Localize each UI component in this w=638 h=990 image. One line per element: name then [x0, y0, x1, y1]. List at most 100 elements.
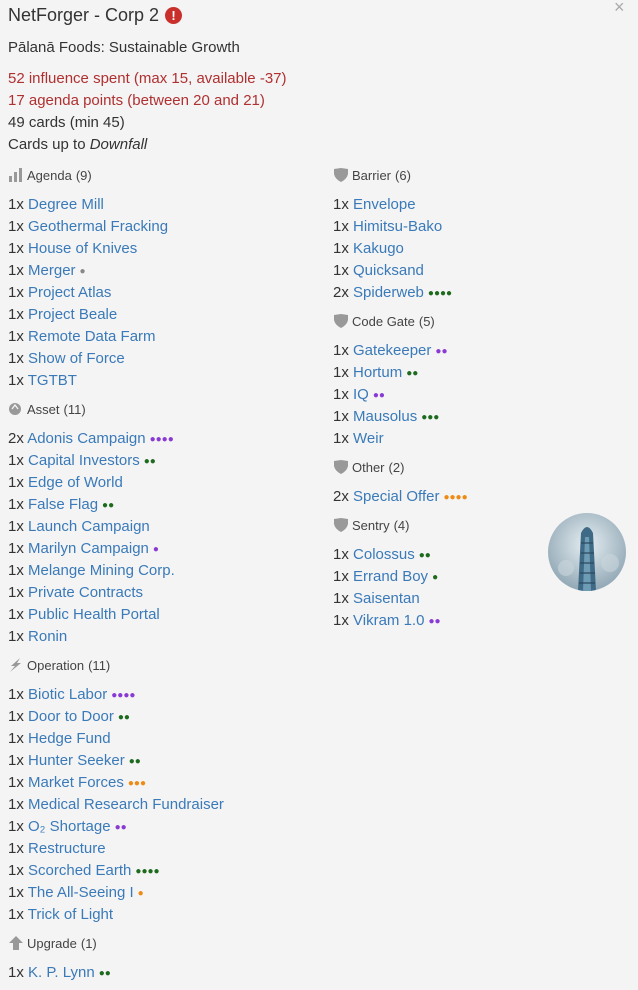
card-quantity: 1x — [333, 196, 354, 213]
card-quantity: 1x — [8, 818, 29, 835]
card-link-errand-boy[interactable]: Errand Boy — [353, 568, 428, 585]
card-link-quicksand[interactable]: Quicksand — [353, 262, 424, 279]
card-link-door-to-door[interactable]: Door to Door — [28, 708, 114, 725]
section-type: Other — [352, 459, 385, 475]
card-quantity: 1x — [8, 796, 29, 813]
influence-pips: ● — [432, 572, 439, 583]
cards-up-to: Cards up to Downfall — [8, 136, 147, 153]
card-quantity: 1x — [8, 752, 29, 769]
card-row: 1x Medical Research Fundraiser — [8, 794, 328, 816]
card-link-tgtbt[interactable]: TGTBT — [28, 372, 77, 389]
card-link-geothermal-fracking[interactable]: Geothermal Fracking — [28, 218, 168, 235]
card-row: 1x TGTBT — [8, 370, 328, 392]
card-link-show-of-force[interactable]: Show of Force — [28, 350, 125, 367]
card-quantity: 1x — [8, 350, 29, 367]
card-link-ronin[interactable]: Ronin — [28, 628, 67, 645]
card-row: 1x Door to Door ●● — [8, 706, 328, 728]
section-count: (6) — [395, 167, 411, 183]
card-link-gatekeeper[interactable]: Gatekeeper — [353, 342, 431, 359]
card-link-special-offer[interactable]: Special Offer — [353, 488, 439, 505]
card-link-scorched-earth[interactable]: Scorched Earth — [28, 862, 131, 879]
card-quantity: 1x — [8, 884, 28, 901]
card-quantity: 1x — [8, 328, 29, 345]
card-link-iq[interactable]: IQ — [353, 386, 369, 403]
card-quantity: 1x — [333, 240, 354, 257]
influence-pips: ●●●● — [135, 866, 160, 877]
card-link-project-beale[interactable]: Project Beale — [28, 306, 117, 323]
card-row: 1x Launch Campaign — [8, 516, 328, 538]
card-link-marilyn-campaign[interactable]: Marilyn Campaign — [28, 540, 149, 557]
card-quantity: 1x — [8, 196, 29, 213]
card-link-envelope[interactable]: Envelope — [353, 196, 416, 213]
bar-chart-icon — [8, 168, 24, 182]
agenda-points-status: 17 agenda points (between 20 and 21) — [8, 92, 265, 109]
section-header: Barrier (6) — [333, 164, 638, 186]
card-link-hunter-seeker[interactable]: Hunter Seeker — [28, 752, 125, 769]
card-quantity: 1x — [8, 262, 29, 279]
cards-up-to-set: Downfall — [89, 136, 148, 153]
influence-pips: ●●●● — [443, 492, 468, 503]
card-link-colossus[interactable]: Colossus — [353, 546, 415, 563]
card-link-medical-research-fundraiser[interactable]: Medical Research Fundraiser — [28, 796, 224, 813]
card-link-degree-mill[interactable]: Degree Mill — [28, 196, 104, 213]
influence-pips: ●● — [435, 346, 448, 357]
card-row: 1x Kakugo — [333, 238, 638, 260]
card-row: 1x Vikram 1.0 ●● — [333, 610, 638, 632]
card-row: 1x Show of Force — [8, 348, 328, 370]
card-link-kakugo[interactable]: Kakugo — [353, 240, 404, 257]
section-header: Code Gate (5) — [333, 310, 638, 332]
close-icon[interactable]: × — [614, 0, 625, 18]
card-link-merger[interactable]: Merger — [28, 262, 76, 279]
card-link-capital-investors[interactable]: Capital Investors — [28, 452, 140, 469]
card-row: 1x Geothermal Fracking — [8, 216, 328, 238]
card-link-public-health-portal[interactable]: Public Health Portal — [28, 606, 160, 623]
card-link-melange-mining-corp[interactable]: Melange Mining Corp. — [28, 562, 175, 579]
card-quantity: 1x — [333, 364, 354, 381]
upgrade-arrow-icon — [8, 936, 24, 950]
card-link-house-of-knives[interactable]: House of Knives — [28, 240, 137, 257]
card-link-spiderweb[interactable]: Spiderweb — [353, 284, 424, 301]
section-header: Asset (11) — [8, 398, 328, 420]
card-link-saisentan[interactable]: Saisentan — [353, 590, 420, 607]
card-link-mausolus[interactable]: Mausolus — [353, 408, 417, 425]
card-quantity: 1x — [8, 730, 29, 747]
card-link-edge-of-world[interactable]: Edge of World — [28, 474, 123, 491]
card-link-trick-of-light[interactable]: Trick of Light — [28, 906, 113, 923]
card-link-adonis-campaign[interactable]: Adonis Campaign — [27, 430, 145, 447]
card-row: 1x K. P. Lynn ●● — [8, 962, 328, 984]
card-quantity: 1x — [8, 540, 29, 557]
card-row: 1x Hunter Seeker ●● — [8, 750, 328, 772]
section-type: Agenda — [27, 167, 72, 183]
card-row: 1x Market Forces ●●● — [8, 772, 328, 794]
card-quantity: 1x — [333, 612, 354, 629]
card-link-launch-campaign[interactable]: Launch Campaign — [28, 518, 150, 535]
card-link-hedge-fund[interactable]: Hedge Fund — [28, 730, 111, 747]
card-link-restructure[interactable]: Restructure — [28, 840, 106, 857]
section-type: Barrier — [352, 167, 392, 183]
influence-pips: ●● — [418, 550, 431, 561]
card-row: 1x Saisentan — [333, 588, 638, 610]
card-link-private-contracts[interactable]: Private Contracts — [28, 584, 143, 601]
card-row: 1x Gatekeeper ●● — [333, 340, 638, 362]
influence-pips: ● — [79, 266, 86, 277]
card-link-o-shortage[interactable]: O₂ Shortage — [28, 818, 111, 835]
influence-status: 52 influence spent (max 15, available -3… — [8, 70, 287, 87]
card-link-market-forces[interactable]: Market Forces — [28, 774, 124, 791]
card-link-k-p-lynn[interactable]: K. P. Lynn — [28, 964, 95, 981]
section-type: Asset — [27, 401, 60, 417]
card-link-weir[interactable]: Weir — [353, 430, 384, 447]
card-link-vikram-1-0[interactable]: Vikram 1.0 — [353, 612, 424, 629]
card-link-project-atlas[interactable]: Project Atlas — [28, 284, 111, 301]
card-link-the-all-seeing-i[interactable]: The All-Seeing I — [28, 884, 134, 901]
shield-icon — [333, 518, 349, 532]
section-upgrade: Upgrade (1) 1x K. P. Lynn ●● — [8, 932, 328, 990]
card-link-biotic-labor[interactable]: Biotic Labor — [28, 686, 107, 703]
card-link-remote-data-farm[interactable]: Remote Data Farm — [28, 328, 156, 345]
card-quantity: 1x — [8, 628, 29, 645]
influence-pips: ●● — [117, 712, 130, 723]
card-link-false-flag[interactable]: False Flag — [28, 496, 98, 513]
card-quantity: 1x — [8, 372, 28, 389]
card-link-hortum[interactable]: Hortum — [353, 364, 402, 381]
card-link-himitsu-bako[interactable]: Himitsu-Bako — [353, 218, 442, 235]
shield-icon — [333, 460, 349, 474]
